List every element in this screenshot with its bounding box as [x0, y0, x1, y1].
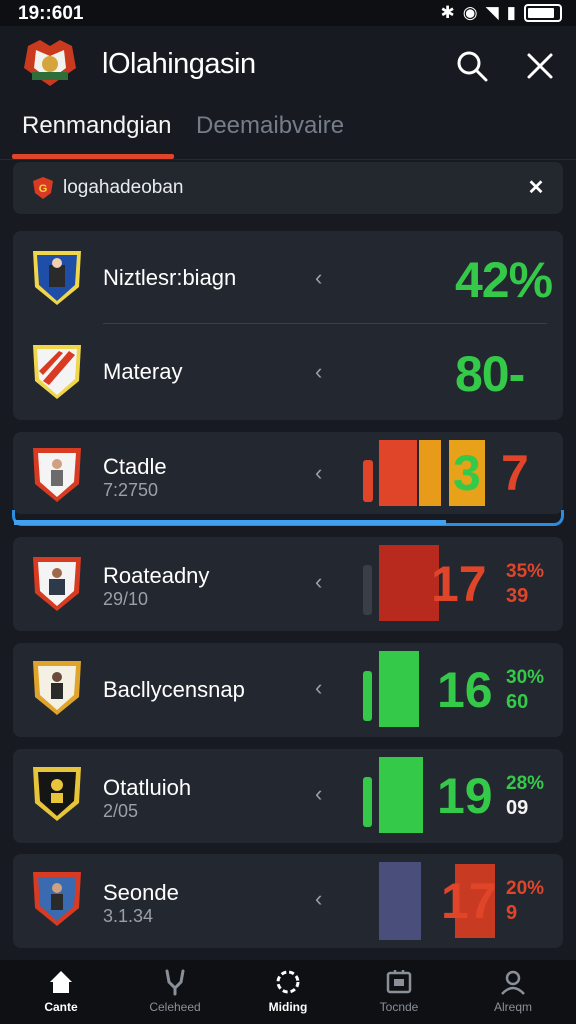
app-header: lOlahingasin — [0, 26, 576, 104]
close-icon[interactable] — [520, 46, 560, 86]
chevron-left-icon[interactable]: ‹ — [315, 460, 322, 486]
row-name: Roateadny — [103, 563, 210, 588]
row-small-value: 09 — [506, 797, 529, 819]
row-value: 16 — [437, 662, 493, 718]
profile-icon — [501, 970, 525, 995]
battery-icon — [524, 4, 562, 22]
bar-mark — [419, 440, 441, 506]
bar-mark — [379, 651, 419, 727]
bar-mark — [363, 460, 373, 502]
chevron-left-icon[interactable]: ‹ — [315, 569, 322, 595]
team-crest-icon — [33, 872, 81, 926]
nav-item-cante[interactable]: Cante — [16, 968, 106, 1014]
row-value: 80- — [455, 346, 525, 402]
nav-label: Tocnde — [379, 1000, 419, 1014]
nav-label: Cante — [44, 1000, 78, 1014]
nav-item-celeheed[interactable]: Celeheed — [130, 968, 220, 1014]
list-item[interactable]: Roateadny 29/10 ‹ 17 35% 39 — [13, 537, 563, 631]
row-value-secondary: 7 — [501, 445, 529, 501]
row-name: Seonde — [103, 880, 179, 905]
sim-icon: ▮ — [506, 3, 516, 22]
row-percent: 30% — [506, 667, 545, 688]
row-name: Materay — [103, 359, 183, 384]
selected-progress-fill — [14, 520, 446, 525]
row-subtext: 2/05 — [103, 801, 139, 821]
chevron-left-icon[interactable]: ‹ — [315, 265, 322, 291]
team-crest-icon — [33, 251, 81, 305]
nav-label: Miding — [268, 1000, 308, 1014]
row-percent: 35% — [506, 561, 545, 582]
shield-badge-icon: G — [33, 177, 53, 199]
row-percent: 20% — [506, 878, 545, 899]
team-crest-icon — [33, 448, 81, 502]
team-crest-icon — [33, 661, 81, 715]
sling-icon — [165, 969, 185, 996]
stat-bars — [363, 757, 423, 833]
row-name: Otatluioh — [103, 775, 192, 800]
ring-icon — [276, 970, 300, 994]
tab-renmandgian[interactable]: Renmandgian — [22, 112, 171, 140]
notice-banner: G logahadeoban ✕ — [13, 162, 563, 214]
row-name: Bacllycensnap — [103, 677, 245, 702]
row-value: 17 — [441, 873, 497, 929]
banner-text: logahadeoban — [63, 177, 184, 198]
app-title: lOlahingasin — [102, 48, 256, 80]
list-item[interactable]: Ctadle 7:2750 ‹ 3 7 — [13, 432, 563, 514]
row-subtext: 7:2750 — [103, 480, 159, 500]
row-divider — [103, 323, 547, 324]
row-name: Niztlesr:biagn — [103, 265, 237, 290]
row-subtext: 29/10 — [103, 589, 149, 609]
list-item[interactable]: Bacllycensnap ‹ 16 30% 60 — [13, 643, 563, 737]
tab-deemaibvaire[interactable]: Deemaibvaire — [196, 112, 344, 140]
row-value: 3 — [453, 445, 481, 501]
row-name: Ctadle — [103, 454, 167, 479]
eye-icon: ◉ — [462, 3, 478, 22]
nav-item-miding[interactable]: Miding — [243, 968, 333, 1014]
list-item[interactable]: Seonde 3.1.34 ‹ 17 20% 9 — [13, 854, 563, 948]
row-percent: 28% — [506, 773, 545, 794]
team-crest-icon — [33, 767, 81, 821]
tab-bar: Renmandgian Deemaibvaire — [0, 104, 576, 160]
row-value: 17 — [431, 556, 487, 612]
nav-label: Celeheed — [149, 1000, 201, 1014]
status-bar: 19::601 ✱ ◉ ◥ ▮ — [0, 0, 576, 26]
bluetooth-icon: ✱ — [440, 3, 455, 22]
svg-text:G: G — [39, 183, 48, 195]
bottom-nav: Cante Celeheed Miding Tocnde Alreqm — [0, 960, 576, 1024]
chevron-left-icon[interactable]: ‹ — [315, 886, 322, 912]
list-item[interactable]: Otatluioh 2/05 ‹ 19 28% 09 — [13, 749, 563, 843]
wifi-icon: ◥ — [485, 3, 499, 22]
card-top-rows: Niztlesr:biagn ‹ 42% Materay ‹ 80- — [13, 231, 563, 420]
status-time: 19::601 — [18, 3, 84, 24]
row-subtext: 3.1.34 — [103, 906, 154, 926]
bar-mark — [379, 862, 421, 940]
row-small-value: 9 — [506, 902, 518, 924]
team-crest-icon — [33, 345, 81, 399]
bar-mark — [379, 757, 423, 833]
bar-mark — [379, 545, 439, 621]
row-value: 42% — [455, 252, 553, 308]
bar-mark — [363, 565, 372, 615]
stat-bars — [363, 651, 419, 727]
app-logo-icon — [24, 40, 76, 86]
nav-label: Alreqm — [493, 1000, 532, 1014]
board-icon — [386, 970, 412, 994]
chevron-left-icon[interactable]: ‹ — [315, 359, 322, 385]
row-small-value: 39 — [506, 585, 529, 607]
team-crest-icon — [33, 557, 81, 611]
status-icons: ✱ ◉ ◥ ▮ — [440, 3, 562, 23]
home-icon — [50, 971, 72, 993]
chevron-left-icon[interactable]: ‹ — [315, 781, 322, 807]
banner-close-icon[interactable]: ✕ — [523, 175, 549, 201]
chevron-left-icon[interactable]: ‹ — [315, 675, 322, 701]
bar-mark — [363, 671, 372, 721]
nav-item-alreqm[interactable]: Alreqm — [468, 968, 558, 1014]
active-tab-indicator — [12, 154, 174, 159]
row-value: 19 — [437, 768, 493, 824]
row-small-value: 60 — [506, 691, 529, 713]
search-icon[interactable] — [452, 46, 492, 86]
bar-mark — [363, 777, 372, 827]
bar-mark — [379, 440, 417, 506]
nav-item-tocnde[interactable]: Tocnde — [354, 968, 444, 1014]
